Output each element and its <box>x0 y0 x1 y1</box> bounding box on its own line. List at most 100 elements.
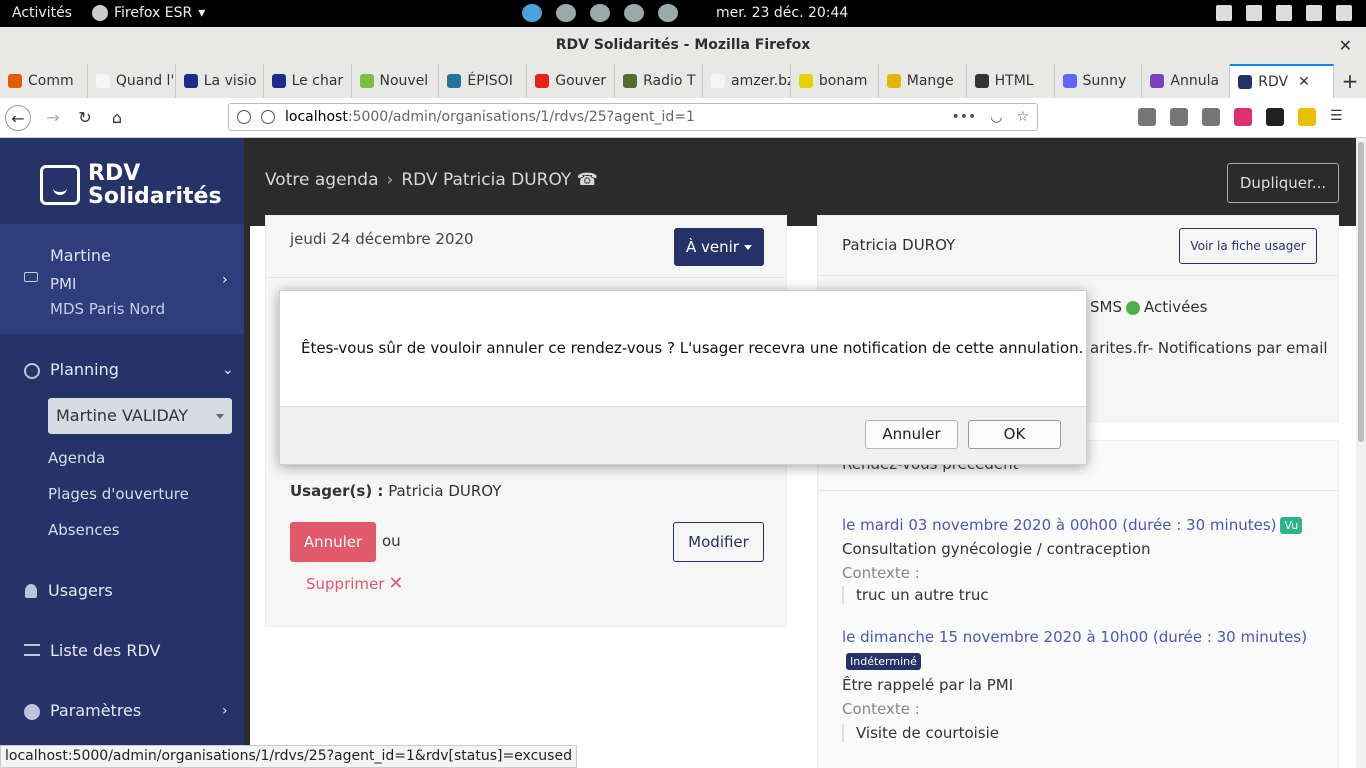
tab-label: Sunny <box>1082 73 1127 89</box>
browser-tab[interactable]: Comm <box>0 64 88 98</box>
browser-tab[interactable]: amzer.bzh <box>703 64 791 98</box>
forward-button[interactable]: → <box>40 105 66 131</box>
tab-label: Mange <box>906 73 954 89</box>
dialog-ok-button[interactable]: OK <box>968 420 1061 449</box>
browser-tab[interactable]: bonam <box>791 64 879 98</box>
tab-label: HTML <box>994 73 1034 89</box>
rdv-context-label: Contexte : <box>842 564 920 582</box>
view-usager-button[interactable]: Voir la fiche usager <box>1179 228 1317 264</box>
tab-favicon-icon <box>8 74 22 88</box>
or-text: ou <box>382 532 401 550</box>
user-name: Martine <box>50 246 111 265</box>
info-icon[interactable] <box>261 110 275 124</box>
usager-line: Usager(s) : Patricia DUROY <box>290 482 501 500</box>
extension-icon[interactable] <box>1234 108 1252 126</box>
browser-tab[interactable]: Sunny <box>1055 64 1143 98</box>
browser-tab[interactable]: HTML <box>967 64 1055 98</box>
app-tray-icon[interactable] <box>556 4 576 22</box>
page-header: Votre agenda › RDV Patricia DUROY ☎ Dupliq… <box>250 138 1356 226</box>
reload-button[interactable]: ↻ <box>72 105 98 131</box>
sidebar-item-agenda[interactable]: Agenda <box>48 449 105 467</box>
amazon-icon[interactable] <box>1266 108 1284 126</box>
activities-button[interactable]: Activités <box>12 5 72 21</box>
extension-icon[interactable] <box>1298 108 1316 126</box>
clock[interactable]: mer. 23 déc. 20:44 <box>716 5 848 21</box>
duplicate-button[interactable]: Dupliquer... <box>1227 163 1339 203</box>
tab-favicon-icon <box>1062 74 1077 88</box>
delete-rdv-link[interactable]: Supprimer ✕ <box>306 573 404 594</box>
page-actions-icon[interactable]: ••• <box>951 104 976 130</box>
tab-label: Le char <box>291 73 344 89</box>
rdv-context-value: Visite de courtoisie <box>842 724 999 742</box>
home-button[interactable]: ⌂ <box>104 105 130 131</box>
logo[interactable]: RDV Solidarités <box>40 162 222 208</box>
sidebar-item-absences[interactable]: Absences <box>48 521 120 539</box>
slack-icon[interactable] <box>624 4 644 22</box>
browser-tab[interactable]: Radio T <box>615 64 703 98</box>
status-dot-icon <box>1126 300 1140 315</box>
browser-tab[interactable]: Mange <box>879 64 967 98</box>
browser-tab[interactable]: Annula <box>1142 64 1231 98</box>
tab-label: Comm <box>28 73 74 89</box>
browser-tab[interactable]: ÉPISOI <box>439 64 528 98</box>
browser-tab[interactable]: La visio <box>176 64 264 98</box>
app-menu[interactable]: Firefox ESR ▾ <box>92 5 205 21</box>
sidebar-item-plages[interactable]: Plages d'ouverture <box>48 485 189 503</box>
close-window-icon[interactable]: ✕ <box>1339 27 1352 64</box>
library-icon[interactable] <box>1138 108 1156 126</box>
app-tray-icon[interactable] <box>590 4 610 22</box>
url-path: :5000/admin/organisations/1/rdvs/25?agen… <box>347 109 695 125</box>
rdv-context-label: Contexte : <box>842 700 920 718</box>
edit-rdv-button[interactable]: Modifier <box>673 522 764 562</box>
browser-tab[interactable]: Gouver <box>527 64 616 98</box>
bookmark-star-icon[interactable]: ☆ <box>1016 104 1029 130</box>
user-location: MDS Paris Nord <box>50 300 166 318</box>
app-sidebar: RDV Solidarités Martine PMI MDS Paris No… <box>0 138 244 768</box>
toolbar-icons: ☰ <box>1138 108 1343 126</box>
status-badge: Vu <box>1280 517 1303 534</box>
tab-label: amzer.bzh <box>731 73 790 89</box>
dialog-cancel-button[interactable]: Annuler <box>865 420 958 449</box>
usager-value[interactable]: Patricia DUROY <box>388 482 501 500</box>
browser-tab[interactable]: RDV ✕ <box>1230 64 1335 98</box>
previous-rdv-link[interactable]: le mardi 03 novembre 2020 à 00h00 (durée… <box>842 516 1303 534</box>
user-organisation: PMI <box>50 275 77 293</box>
status-badge: Indéterminé <box>846 653 921 670</box>
tab-favicon-icon <box>535 74 550 88</box>
tab-label: Nouvel <box>379 73 429 89</box>
pocket-icon[interactable]: ◡ <box>990 104 1002 130</box>
shield-icon[interactable] <box>237 110 251 124</box>
user-icon <box>25 584 37 598</box>
menu-icon[interactable]: ☰ <box>1330 108 1343 126</box>
browser-tab[interactable]: Nouvel <box>352 64 440 98</box>
calendar-icon <box>40 165 80 205</box>
navigation-toolbar: ← → ↻ ⌂ localhost:5000/admin/organisatio… <box>0 98 1366 138</box>
usager-label: Usager(s) : <box>290 482 384 500</box>
rdv-date: jeudi 24 décembre 2020 <box>290 230 474 248</box>
discord-icon[interactable] <box>658 4 678 22</box>
sidebar-icon[interactable] <box>1170 108 1188 126</box>
breadcrumb-agenda-link[interactable]: Votre agenda <box>265 170 379 190</box>
browser-tab[interactable]: Le char <box>264 64 352 98</box>
close-tab-icon[interactable]: ✕ <box>1298 74 1310 90</box>
telegram-icon[interactable] <box>522 4 542 22</box>
agent-select[interactable]: Martine VALIDAY <box>48 398 232 434</box>
id-card-icon <box>24 272 38 282</box>
window-title-bar: RDV Solidarités - Mozilla Firefox ✕ <box>0 27 1366 64</box>
browser-tab[interactable]: Quand l'É <box>88 64 176 98</box>
status-dropdown-button[interactable]: À venir <box>674 228 764 266</box>
account-icon[interactable] <box>1202 108 1220 126</box>
back-button[interactable]: ← <box>5 105 31 131</box>
url-bar[interactable]: localhost:5000/admin/organisations/1/rdv… <box>228 103 1038 131</box>
scrollbar-thumb[interactable] <box>1358 142 1364 442</box>
logo-line1: RDV <box>88 161 141 186</box>
new-tab-button[interactable]: + <box>1334 64 1366 98</box>
tab-favicon-icon <box>974 74 989 88</box>
cancel-rdv-button[interactable]: Annuler <box>290 522 376 562</box>
previous-rdv-link[interactable]: le dimanche 15 novembre 2020 à 10h00 (du… <box>842 628 1307 646</box>
previous-rdv-card: Rendez-vous précédent le mardi 03 novemb… <box>817 440 1339 768</box>
dialog-footer: Annuler OK <box>280 406 1086 464</box>
page-scrollbar[interactable] <box>1356 138 1366 768</box>
system-status-icons[interactable] <box>1216 5 1352 21</box>
current-user-panel[interactable]: Martine PMI MDS Paris Nord › <box>0 224 244 334</box>
